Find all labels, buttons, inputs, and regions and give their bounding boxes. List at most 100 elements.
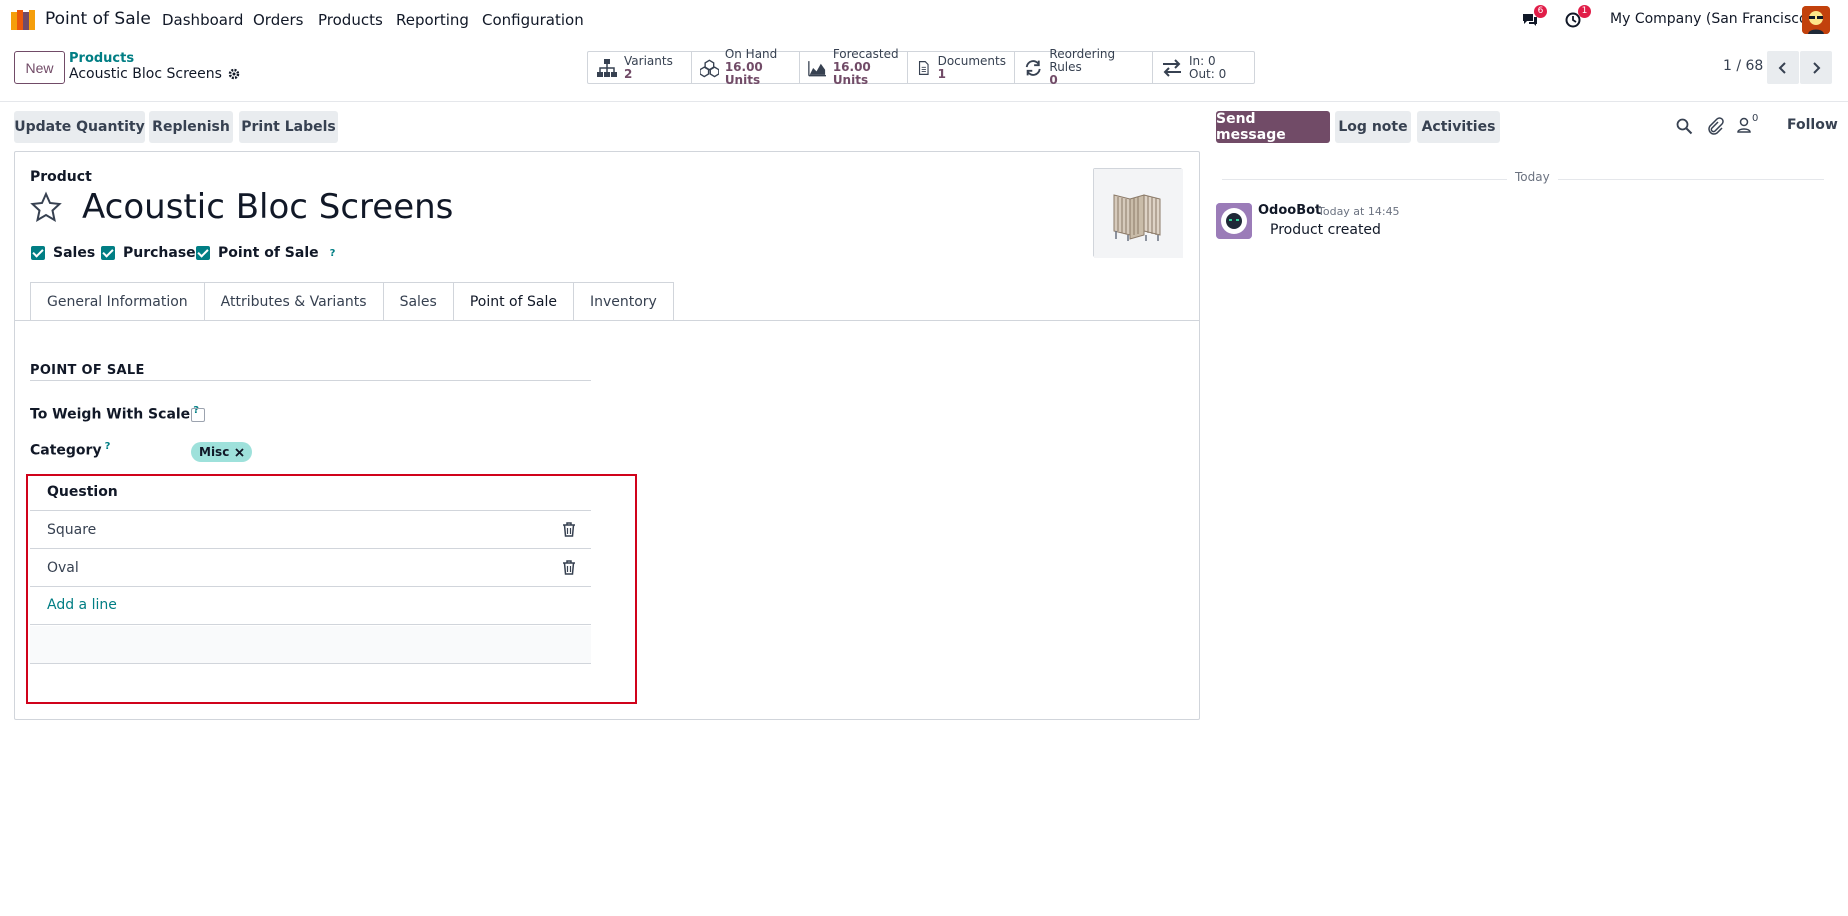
forecasted-value: 16.00 Units	[832, 60, 871, 87]
send-message-button[interactable]: Send message	[1216, 111, 1330, 143]
message-body: Product created	[1270, 222, 1381, 238]
user-avatar-icon	[1802, 6, 1830, 34]
question-row-square[interactable]: Square	[47, 522, 96, 538]
pager-next-button[interactable]	[1800, 51, 1832, 84]
category-label: Category?	[30, 441, 110, 459]
breadcrumb-current-label: Acoustic Bloc Screens	[69, 66, 222, 82]
user-icon	[1737, 117, 1751, 133]
search-icon[interactable]	[1675, 117, 1693, 135]
help-tooltip-icon[interactable]: ?	[330, 248, 336, 259]
control-panel-divider	[0, 101, 1848, 102]
replenish-button[interactable]: Replenish	[149, 111, 233, 143]
company-switcher[interactable]: My Company (San Francisco)	[1610, 11, 1813, 27]
close-icon[interactable]	[235, 447, 244, 457]
update-quantity-button[interactable]: Update Quantity	[14, 111, 145, 143]
to-weigh-with-scale-text: To Weigh With Scale	[30, 406, 191, 423]
sales-checkbox-box[interactable]	[31, 246, 45, 260]
help-tooltip-icon[interactable]: ?	[105, 441, 111, 452]
area-chart-icon	[808, 60, 826, 76]
pager-value[interactable]: 1 / 68	[1723, 58, 1763, 74]
on-hand-value: 16.00 Units	[724, 60, 763, 87]
star-icon[interactable]	[30, 191, 62, 223]
reordering-rules-stat-button[interactable]: Reordering Rules 0	[1015, 48, 1153, 87]
log-note-button[interactable]: Log note	[1335, 111, 1411, 143]
section-title: POINT OF SALE	[30, 363, 145, 378]
menu-reporting[interactable]: Reporting	[396, 11, 469, 29]
odoobot-avatar	[1216, 203, 1252, 239]
user-avatar[interactable]	[1802, 6, 1830, 34]
trash-icon[interactable]	[562, 560, 576, 575]
trash-icon[interactable]	[562, 522, 576, 537]
empty-row	[30, 626, 591, 663]
question-row-oval[interactable]: Oval	[47, 560, 79, 576]
in-label: In: 0	[1189, 53, 1216, 68]
purchase-checkbox-box[interactable]	[101, 246, 115, 260]
documents-label: Documents	[937, 53, 1006, 68]
questions-highlight-box	[26, 474, 637, 704]
app-name[interactable]: Point of Sale	[45, 9, 151, 29]
to-weigh-with-scale-checkbox[interactable]	[191, 408, 205, 422]
question-column-header: Question	[47, 484, 118, 500]
top-navbar: Point of Sale Dashboard Orders Products …	[0, 0, 1848, 40]
category-tag-label: Misc	[199, 445, 230, 459]
message-time: Today at 14:45	[1318, 205, 1400, 218]
documents-value: 1	[937, 66, 946, 81]
gear-icon[interactable]	[228, 68, 240, 80]
pos-app-icon[interactable]	[11, 10, 37, 30]
section-divider	[30, 380, 591, 381]
tab-general-information[interactable]: General Information	[30, 282, 204, 321]
on-hand-stat-button[interactable]: On Hand 16.00 Units	[692, 48, 800, 87]
pager-previous-button[interactable]	[1767, 51, 1799, 84]
followers-count: 0	[1752, 113, 1759, 124]
tab-attributes-variants[interactable]: Attributes & Variants	[203, 282, 383, 321]
row-divider	[30, 548, 591, 549]
product-title[interactable]: Acoustic Bloc Screens	[82, 187, 453, 227]
category-tag[interactable]: Misc	[191, 442, 253, 462]
product-label: Product	[30, 169, 92, 185]
menu-products[interactable]: Products	[318, 11, 383, 29]
row-divider	[30, 510, 591, 511]
forecasted-stat-button[interactable]: Forecasted 16.00 Units	[800, 48, 908, 87]
breadcrumb-current: Acoustic Bloc Screens	[69, 66, 240, 82]
in-out-stat-button[interactable]: In: 0 Out: 0	[1153, 52, 1254, 83]
cubes-icon	[700, 59, 719, 77]
add-a-line-link[interactable]: Add a line	[47, 597, 117, 613]
activities-button[interactable]: Activities	[1417, 111, 1500, 143]
activities-button[interactable]: 1	[1565, 5, 1591, 30]
point-of-sale-checkbox[interactable]: Point of Sale ?	[196, 245, 335, 261]
variants-label: Variants	[624, 53, 673, 68]
messages-button[interactable]: 6	[1521, 5, 1547, 30]
row-divider	[30, 663, 591, 664]
breadcrumb-products[interactable]: Products	[69, 51, 134, 66]
sales-checkbox[interactable]: Sales	[31, 245, 95, 261]
follow-button[interactable]: Follow	[1787, 117, 1838, 133]
menu-orders[interactable]: Orders	[253, 11, 303, 29]
purchase-checkbox[interactable]: Purchase	[101, 245, 196, 261]
odoobot-icon	[1216, 203, 1252, 239]
point-of-sale-checkbox-box[interactable]	[196, 246, 210, 260]
product-image[interactable]	[1093, 168, 1183, 258]
today-label: Today	[1507, 170, 1558, 184]
variants-stat-button[interactable]: Variants 2	[588, 52, 692, 83]
tab-inventory[interactable]: Inventory	[572, 282, 674, 321]
new-button[interactable]: New	[14, 51, 65, 84]
menu-configuration[interactable]: Configuration	[482, 11, 584, 29]
form-tabs: General Information Attributes & Variant…	[30, 282, 674, 321]
documents-stat-button[interactable]: Documents 1	[908, 52, 1015, 83]
category-text: Category	[30, 442, 102, 459]
tab-point-of-sale[interactable]: Point of Sale	[452, 282, 573, 321]
activities-badge: 1	[1578, 5, 1591, 18]
chevron-right-icon	[1813, 61, 1821, 74]
followers-button[interactable]: 0	[1737, 113, 1761, 135]
print-labels-button[interactable]: Print Labels	[239, 111, 338, 143]
sales-checkbox-label: Sales	[53, 245, 96, 261]
menu-dashboard[interactable]: Dashboard	[162, 11, 243, 29]
tabs-divider	[15, 320, 1199, 321]
exchange-icon	[1163, 58, 1181, 77]
paperclip-icon[interactable]	[1706, 117, 1724, 135]
point-of-sale-checkbox-label: Point of Sale	[218, 245, 319, 261]
tab-sales[interactable]: Sales	[382, 282, 453, 321]
message-author: OdooBot	[1258, 203, 1322, 218]
document-icon	[918, 60, 929, 75]
reordering-rules-value: 0	[1049, 73, 1058, 87]
